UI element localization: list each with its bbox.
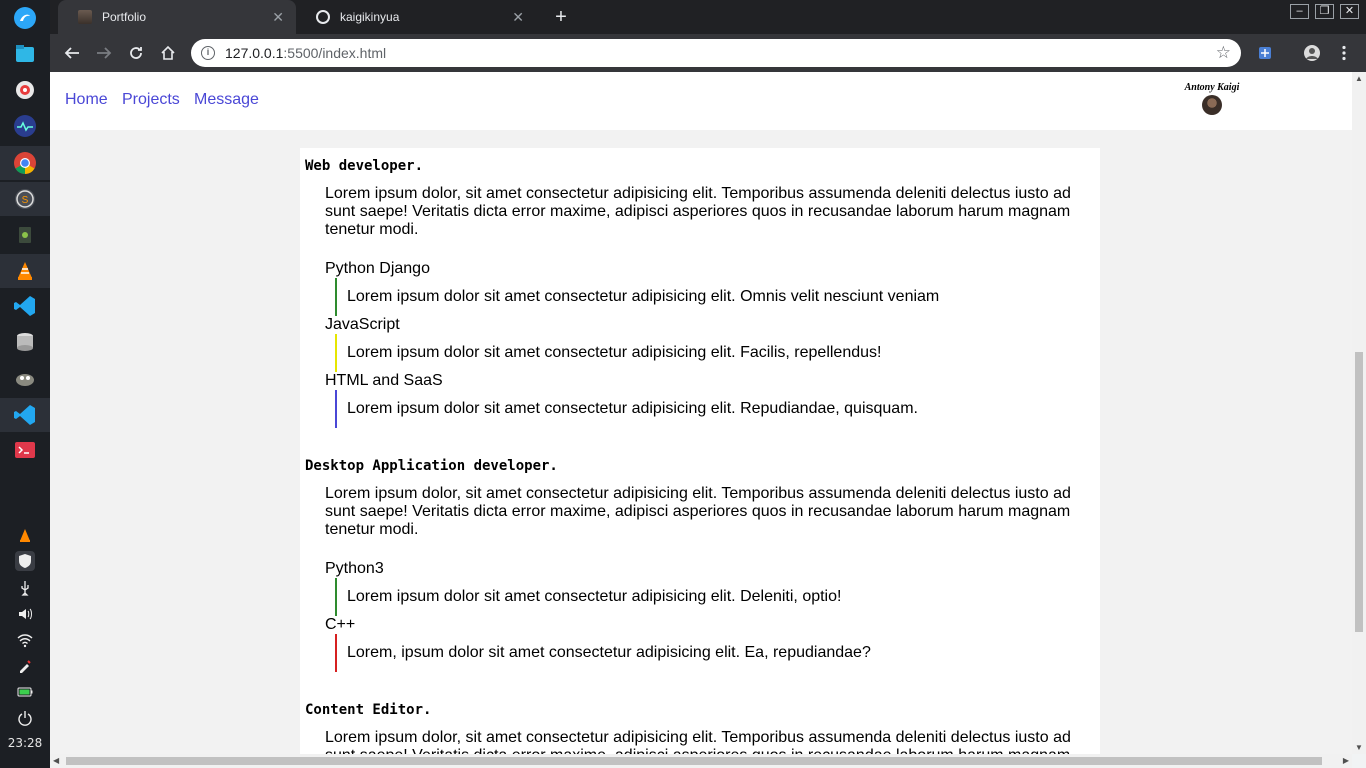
- system-clock[interactable]: 23:28: [0, 736, 50, 750]
- skill-name: JavaScript: [325, 316, 400, 333]
- profile-button[interactable]: [1300, 41, 1324, 65]
- deepin-launcher-icon[interactable]: [9, 2, 41, 34]
- system-monitor-icon[interactable]: [9, 110, 41, 142]
- nav-home-link[interactable]: Home: [65, 91, 108, 109]
- scroll-down-icon[interactable]: ▼: [1355, 743, 1363, 752]
- sublime-icon[interactable]: S: [0, 182, 50, 216]
- browser-window: Portfolio ✕ kaigikinyua ✕ + – ❐ ✕ i 127.…: [50, 0, 1366, 768]
- forward-button[interactable]: [92, 41, 116, 65]
- shield-icon[interactable]: [15, 551, 35, 571]
- horizontal-scrollbar[interactable]: ◀ ▶: [50, 754, 1352, 768]
- tab-github[interactable]: kaigikinyua ✕: [296, 0, 536, 34]
- content-card: Web developer. Lorem ipsum dolor, sit am…: [300, 148, 1100, 754]
- vscode-icon-2[interactable]: [0, 398, 50, 432]
- section-intro: Lorem ipsum dolor, sit amet consectetur …: [325, 185, 1071, 238]
- terminal-icon[interactable]: [9, 434, 41, 466]
- database-icon[interactable]: [9, 326, 41, 358]
- tab-strip: Portfolio ✕ kaigikinyua ✕ + – ❐ ✕: [50, 0, 1366, 34]
- section-title-desktop: Desktop Application developer.: [305, 458, 558, 474]
- bookmark-star-icon[interactable]: ☆: [1216, 43, 1231, 63]
- vscode-icon[interactable]: [9, 290, 41, 322]
- usb-icon[interactable]: [15, 578, 35, 598]
- address-bar[interactable]: i 127.0.0.1:5500/index.html ☆: [191, 39, 1241, 67]
- extension-button[interactable]: [1253, 41, 1277, 65]
- gimp-icon[interactable]: [9, 362, 41, 394]
- profile-name: Antony Kaigi: [1184, 82, 1240, 93]
- section-intro: Lorem ipsum dolor, sit amet consectetur …: [325, 485, 1071, 538]
- tab-portfolio[interactable]: Portfolio ✕: [58, 0, 296, 34]
- home-button[interactable]: [156, 41, 180, 65]
- close-tab-icon[interactable]: ✕: [512, 10, 524, 24]
- browser-toolbar: i 127.0.0.1:5500/index.html ☆: [50, 34, 1366, 72]
- restore-button[interactable]: ❐: [1315, 4, 1334, 19]
- skill-description: Lorem ipsum dolor sit amet consectetur a…: [335, 334, 881, 372]
- color-picker-icon[interactable]: [15, 656, 35, 676]
- vlc-icon[interactable]: [0, 254, 50, 288]
- chrome-icon[interactable]: [0, 146, 50, 180]
- wifi-icon[interactable]: [15, 630, 35, 650]
- extension-icon: [1259, 47, 1271, 59]
- url-text[interactable]: 127.0.0.1:5500/index.html: [225, 45, 386, 61]
- close-window-button[interactable]: ✕: [1340, 4, 1359, 19]
- vertical-scrollbar[interactable]: ▲ ▼: [1352, 72, 1366, 754]
- reload-icon: [130, 47, 142, 59]
- skill-description: Lorem ipsum dolor sit amet consectetur a…: [335, 390, 918, 428]
- volume-icon[interactable]: [15, 604, 35, 624]
- skill-name: Python Django: [325, 260, 430, 277]
- battery-icon: [15, 682, 35, 702]
- close-tab-icon[interactable]: ✕: [272, 10, 284, 24]
- page-viewport: Home Projects Message Antony Kaigi Web d…: [50, 72, 1352, 754]
- site-navbar: Home Projects Message Antony Kaigi: [50, 72, 1352, 130]
- file-manager-icon[interactable]: [9, 38, 41, 70]
- skill-name: Python3: [325, 560, 384, 577]
- new-tab-button[interactable]: +: [550, 6, 572, 28]
- minimize-button[interactable]: –: [1290, 4, 1309, 19]
- nav-projects-link[interactable]: Projects: [122, 91, 180, 109]
- back-arrow-icon: [64, 47, 79, 59]
- portfolio-favicon-icon: [78, 10, 92, 24]
- scroll-left-icon[interactable]: ◀: [53, 756, 59, 765]
- vertical-scroll-thumb[interactable]: [1355, 352, 1363, 632]
- section-title-content-editor: Content Editor.: [305, 702, 432, 718]
- settings-icon[interactable]: [9, 74, 41, 106]
- scroll-up-icon[interactable]: ▲: [1355, 74, 1363, 83]
- profile-badge[interactable]: Antony Kaigi: [1160, 82, 1264, 115]
- power-icon[interactable]: [15, 708, 35, 728]
- trash-icon[interactable]: [9, 218, 41, 250]
- tab-title: Portfolio: [102, 10, 147, 24]
- nav-message-link[interactable]: Message: [194, 91, 259, 109]
- system-dock: S 23:28: [0, 0, 50, 768]
- section-title-web: Web developer.: [305, 158, 424, 174]
- skill-description: Lorem, ipsum dolor sit amet consectetur …: [335, 634, 871, 672]
- horizontal-scroll-thumb[interactable]: [66, 757, 1322, 765]
- section-intro: Lorem ipsum dolor, sit amet consectetur …: [325, 729, 1071, 754]
- menu-button[interactable]: [1332, 41, 1356, 65]
- back-button[interactable]: [60, 41, 84, 65]
- skill-name: C++: [325, 616, 356, 633]
- home-icon: [161, 45, 175, 60]
- github-icon: [316, 10, 330, 24]
- reload-button[interactable]: [124, 41, 148, 65]
- svg-text:S: S: [22, 195, 29, 206]
- skill-description: Lorem ipsum dolor sit amet consectetur a…: [335, 278, 939, 316]
- tab-title: kaigikinyua: [340, 10, 400, 24]
- scroll-right-icon[interactable]: ▶: [1343, 756, 1349, 765]
- kebab-menu-icon: [1342, 45, 1346, 61]
- forward-arrow-icon: [97, 47, 112, 59]
- skill-name: HTML and SaaS: [325, 372, 443, 389]
- avatar: [1202, 95, 1222, 115]
- skill-description: Lorem ipsum dolor sit amet consectetur a…: [335, 578, 841, 616]
- avatar-icon: [1304, 45, 1320, 61]
- vlc-tray-icon[interactable]: [15, 526, 35, 546]
- site-info-icon[interactable]: i: [201, 46, 215, 60]
